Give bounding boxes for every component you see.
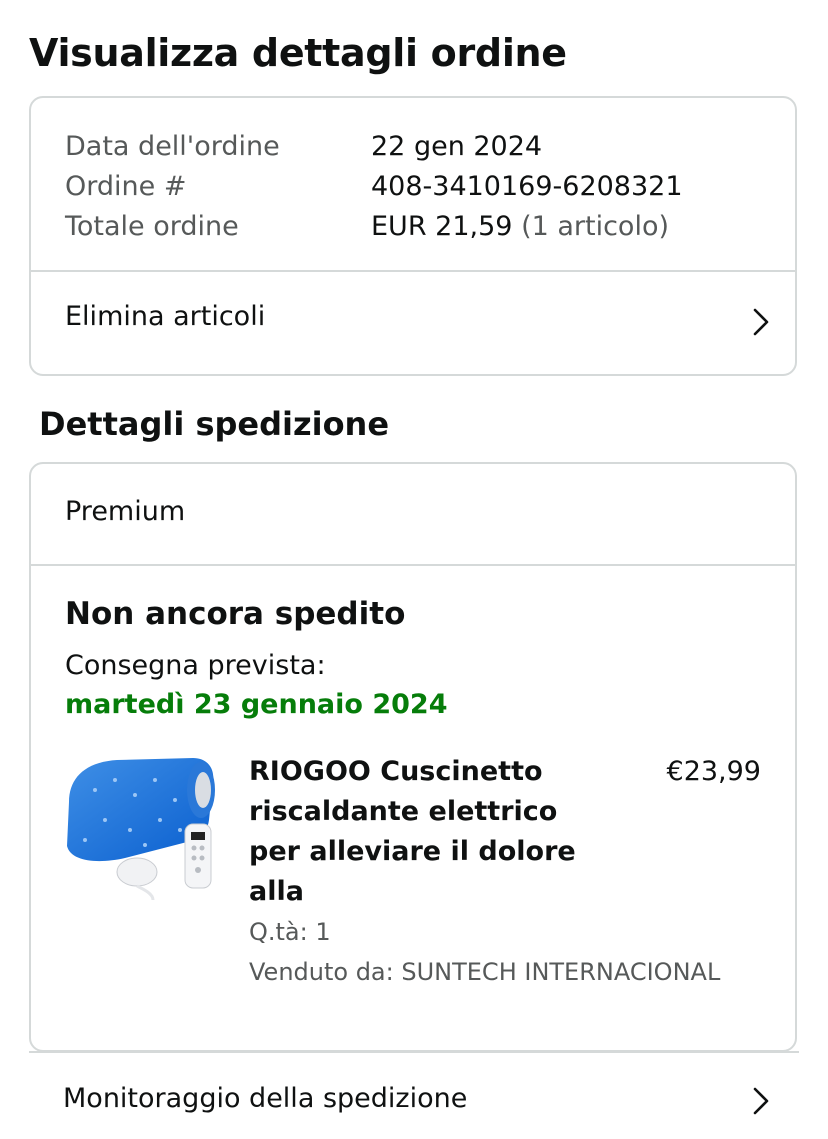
order-total-label: Totale ordine: [65, 210, 239, 242]
order-number-label: Ordine #: [65, 170, 187, 202]
chevron-right-icon: [753, 1087, 769, 1115]
heating-pad-product-image[interactable]: [65, 750, 215, 901]
order-date-label: Data dell'ordine: [65, 130, 280, 162]
delete-items-label: Elimina articoli: [65, 301, 266, 332]
delete-items-row[interactable]: Elimina articoli: [31, 272, 795, 374]
order-total-value: EUR 21,59: [371, 210, 513, 242]
chevron-right-icon: [753, 308, 769, 336]
shipment-status: Non ancora spedito: [65, 596, 406, 632]
order-summary-card: Data dell'ordine 22 gen 2024 Ordine # 40…: [29, 96, 797, 376]
shipment-tracking-row[interactable]: Monitoraggio della spedizione: [29, 1053, 799, 1139]
order-number-value: 408-3410169-6208321: [371, 170, 683, 202]
product-price: €23,99: [666, 756, 761, 787]
shipping-section-title: Dettagli spedizione: [39, 405, 390, 443]
order-total-value-group: EUR 21,59 (1 articolo): [371, 211, 669, 242]
order-info-list: Data dell'ordine 22 gen 2024 Ordine # 40…: [65, 126, 775, 246]
shipping-type-label: Premium: [65, 496, 186, 527]
order-date-value: 22 gen 2024: [371, 130, 543, 162]
order-item-count: (1 articolo): [521, 210, 670, 242]
expected-delivery-label: Consegna prevista:: [65, 650, 326, 681]
product-title-link[interactable]: RIOGOO Cuscinetto riscaldante elettrico …: [249, 752, 579, 912]
page-title: Visualizza dettagli ordine: [29, 31, 567, 75]
order-date-row: Data dell'ordine 22 gen 2024: [65, 126, 775, 166]
product-seller: Venduto da: SUNTECH INTERNACIONAL: [249, 958, 721, 986]
shipping-card: Premium Non ancora spedito Consegna prev…: [29, 462, 797, 1052]
product-quantity: Q.tà: 1: [249, 918, 331, 946]
order-number-row: Ordine # 408-3410169-6208321: [65, 166, 775, 206]
shipping-card-divider: [31, 564, 795, 566]
expected-delivery-date: martedì 23 gennaio 2024: [65, 689, 448, 720]
order-total-row: Totale ordine EUR 21,59 (1 articolo): [65, 206, 775, 246]
shipment-tracking-label: Monitoraggio della spedizione: [63, 1083, 468, 1114]
